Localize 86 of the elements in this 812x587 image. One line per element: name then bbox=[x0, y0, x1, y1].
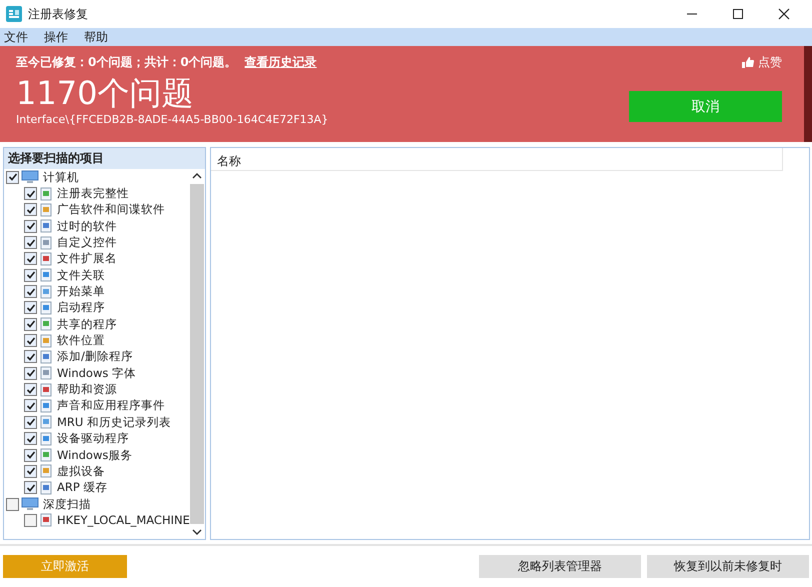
app-icon bbox=[6, 6, 22, 22]
document-icon bbox=[39, 236, 53, 250]
tree-item[interactable]: 广告软件和间谍软件 bbox=[55, 202, 165, 218]
checkbox[interactable] bbox=[24, 285, 37, 298]
checkbox[interactable] bbox=[24, 464, 37, 478]
document-icon bbox=[39, 382, 53, 397]
monitor-icon bbox=[21, 497, 39, 512]
tree-item[interactable]: 开始菜单 bbox=[55, 284, 105, 300]
tree-item[interactable]: 共享的程序 bbox=[55, 316, 117, 332]
checkbox[interactable] bbox=[6, 498, 19, 511]
panel-title: 选择要扫描的项目 bbox=[4, 148, 205, 169]
document-icon bbox=[39, 202, 53, 217]
document-icon bbox=[39, 300, 53, 315]
tree-item[interactable]: 帮助和资源 bbox=[55, 382, 117, 398]
tree-item[interactable]: 计算机 bbox=[41, 170, 79, 185]
tree-item[interactable]: 深度扫描 bbox=[41, 496, 91, 512]
tree-item[interactable]: Windows 字体 bbox=[55, 366, 136, 381]
checkbox[interactable] bbox=[24, 236, 37, 250]
ignore-list-button[interactable]: 忽略列表管理器 bbox=[479, 555, 641, 578]
tree-item[interactable]: 声音和应用程序事件 bbox=[55, 398, 165, 414]
maximize-icon[interactable] bbox=[732, 8, 744, 20]
tree-item[interactable]: 虚拟设备 bbox=[55, 464, 105, 479]
tree-item[interactable]: 注册表完整性 bbox=[55, 186, 129, 202]
tree-item[interactable]: ARP 缓存 bbox=[55, 480, 108, 496]
column-header[interactable]: 名称 bbox=[211, 148, 247, 170]
checkbox[interactable] bbox=[24, 268, 37, 282]
checkbox[interactable] bbox=[24, 481, 37, 494]
monitor-icon bbox=[21, 170, 39, 184]
document-icon bbox=[39, 268, 53, 282]
tree-item[interactable]: Windows服务 bbox=[55, 448, 132, 463]
document-icon bbox=[39, 219, 53, 234]
scroll-up-icon[interactable] bbox=[192, 172, 202, 180]
document-icon bbox=[39, 334, 53, 348]
checkbox[interactable] bbox=[24, 220, 37, 233]
tree-item[interactable]: 添加/删除程序 bbox=[55, 349, 133, 364]
scroll-down-icon[interactable] bbox=[192, 528, 202, 536]
checkbox[interactable] bbox=[24, 334, 37, 348]
checkbox[interactable] bbox=[24, 383, 37, 396]
checkbox[interactable] bbox=[24, 301, 37, 314]
scrollbar-thumb[interactable] bbox=[190, 184, 204, 524]
checkbox[interactable] bbox=[24, 416, 37, 429]
tree-item[interactable]: 自定义控件 bbox=[55, 235, 117, 250]
tree-item[interactable]: 软件位置 bbox=[55, 333, 105, 348]
document-icon bbox=[39, 464, 53, 478]
document-icon bbox=[39, 432, 53, 446]
menu-item[interactable]: 操作 bbox=[44, 28, 68, 46]
document-icon bbox=[39, 480, 53, 495]
menu-item[interactable]: 帮助 bbox=[84, 28, 108, 46]
tree-item[interactable]: HKEY_LOCAL_MACHINE bbox=[55, 513, 190, 528]
tree-item[interactable]: 过时的软件 bbox=[55, 218, 117, 234]
checkbox[interactable] bbox=[24, 318, 37, 331]
tree-item[interactable]: MRU 和历史记录列表 bbox=[55, 414, 171, 430]
checkbox[interactable] bbox=[24, 399, 37, 412]
tree-item[interactable]: 文件关联 bbox=[55, 268, 105, 283]
close-icon[interactable] bbox=[778, 8, 790, 20]
registry-key-text: Interface\{FFCEDB2B-8ADE-44A5-BB00-164C4E72F13A} bbox=[16, 113, 330, 126]
issue-count: 1170个问题 bbox=[16, 73, 194, 113]
checkbox[interactable] bbox=[24, 252, 37, 266]
window-title: 注册表修复 bbox=[28, 6, 88, 22]
checkbox[interactable] bbox=[6, 170, 19, 184]
document-icon bbox=[39, 415, 53, 430]
document-icon bbox=[39, 448, 53, 462]
history-link[interactable]: 查看历史记录 bbox=[244, 54, 317, 71]
checkbox[interactable] bbox=[24, 203, 37, 216]
document-icon bbox=[39, 252, 53, 266]
document-icon bbox=[39, 366, 53, 380]
document-icon bbox=[39, 513, 53, 528]
document-icon bbox=[39, 186, 53, 201]
checkbox[interactable] bbox=[24, 350, 37, 364]
document-icon bbox=[39, 398, 53, 413]
tree-item[interactable]: 设备驱动程序 bbox=[55, 431, 129, 446]
document-icon bbox=[39, 317, 53, 332]
document-icon bbox=[39, 350, 53, 364]
restore-button[interactable]: 恢复到以前未修复时 bbox=[647, 555, 809, 578]
checkbox[interactable] bbox=[24, 432, 37, 446]
tree-item[interactable]: 启动程序 bbox=[55, 300, 105, 316]
thumbs-up-icon bbox=[742, 57, 754, 68]
document-icon bbox=[39, 284, 53, 299]
checkbox[interactable] bbox=[24, 514, 37, 527]
menu-item[interactable]: 文件 bbox=[4, 28, 28, 46]
checkbox[interactable] bbox=[24, 366, 37, 380]
like-link[interactable]: 点赞 bbox=[742, 54, 782, 71]
checkbox[interactable] bbox=[24, 448, 37, 462]
checkbox[interactable] bbox=[24, 187, 37, 200]
tree-item[interactable]: 文件扩展名 bbox=[55, 251, 117, 266]
summary-text: 至今已修复：0个问题；共计：0个问题。 bbox=[16, 54, 237, 71]
